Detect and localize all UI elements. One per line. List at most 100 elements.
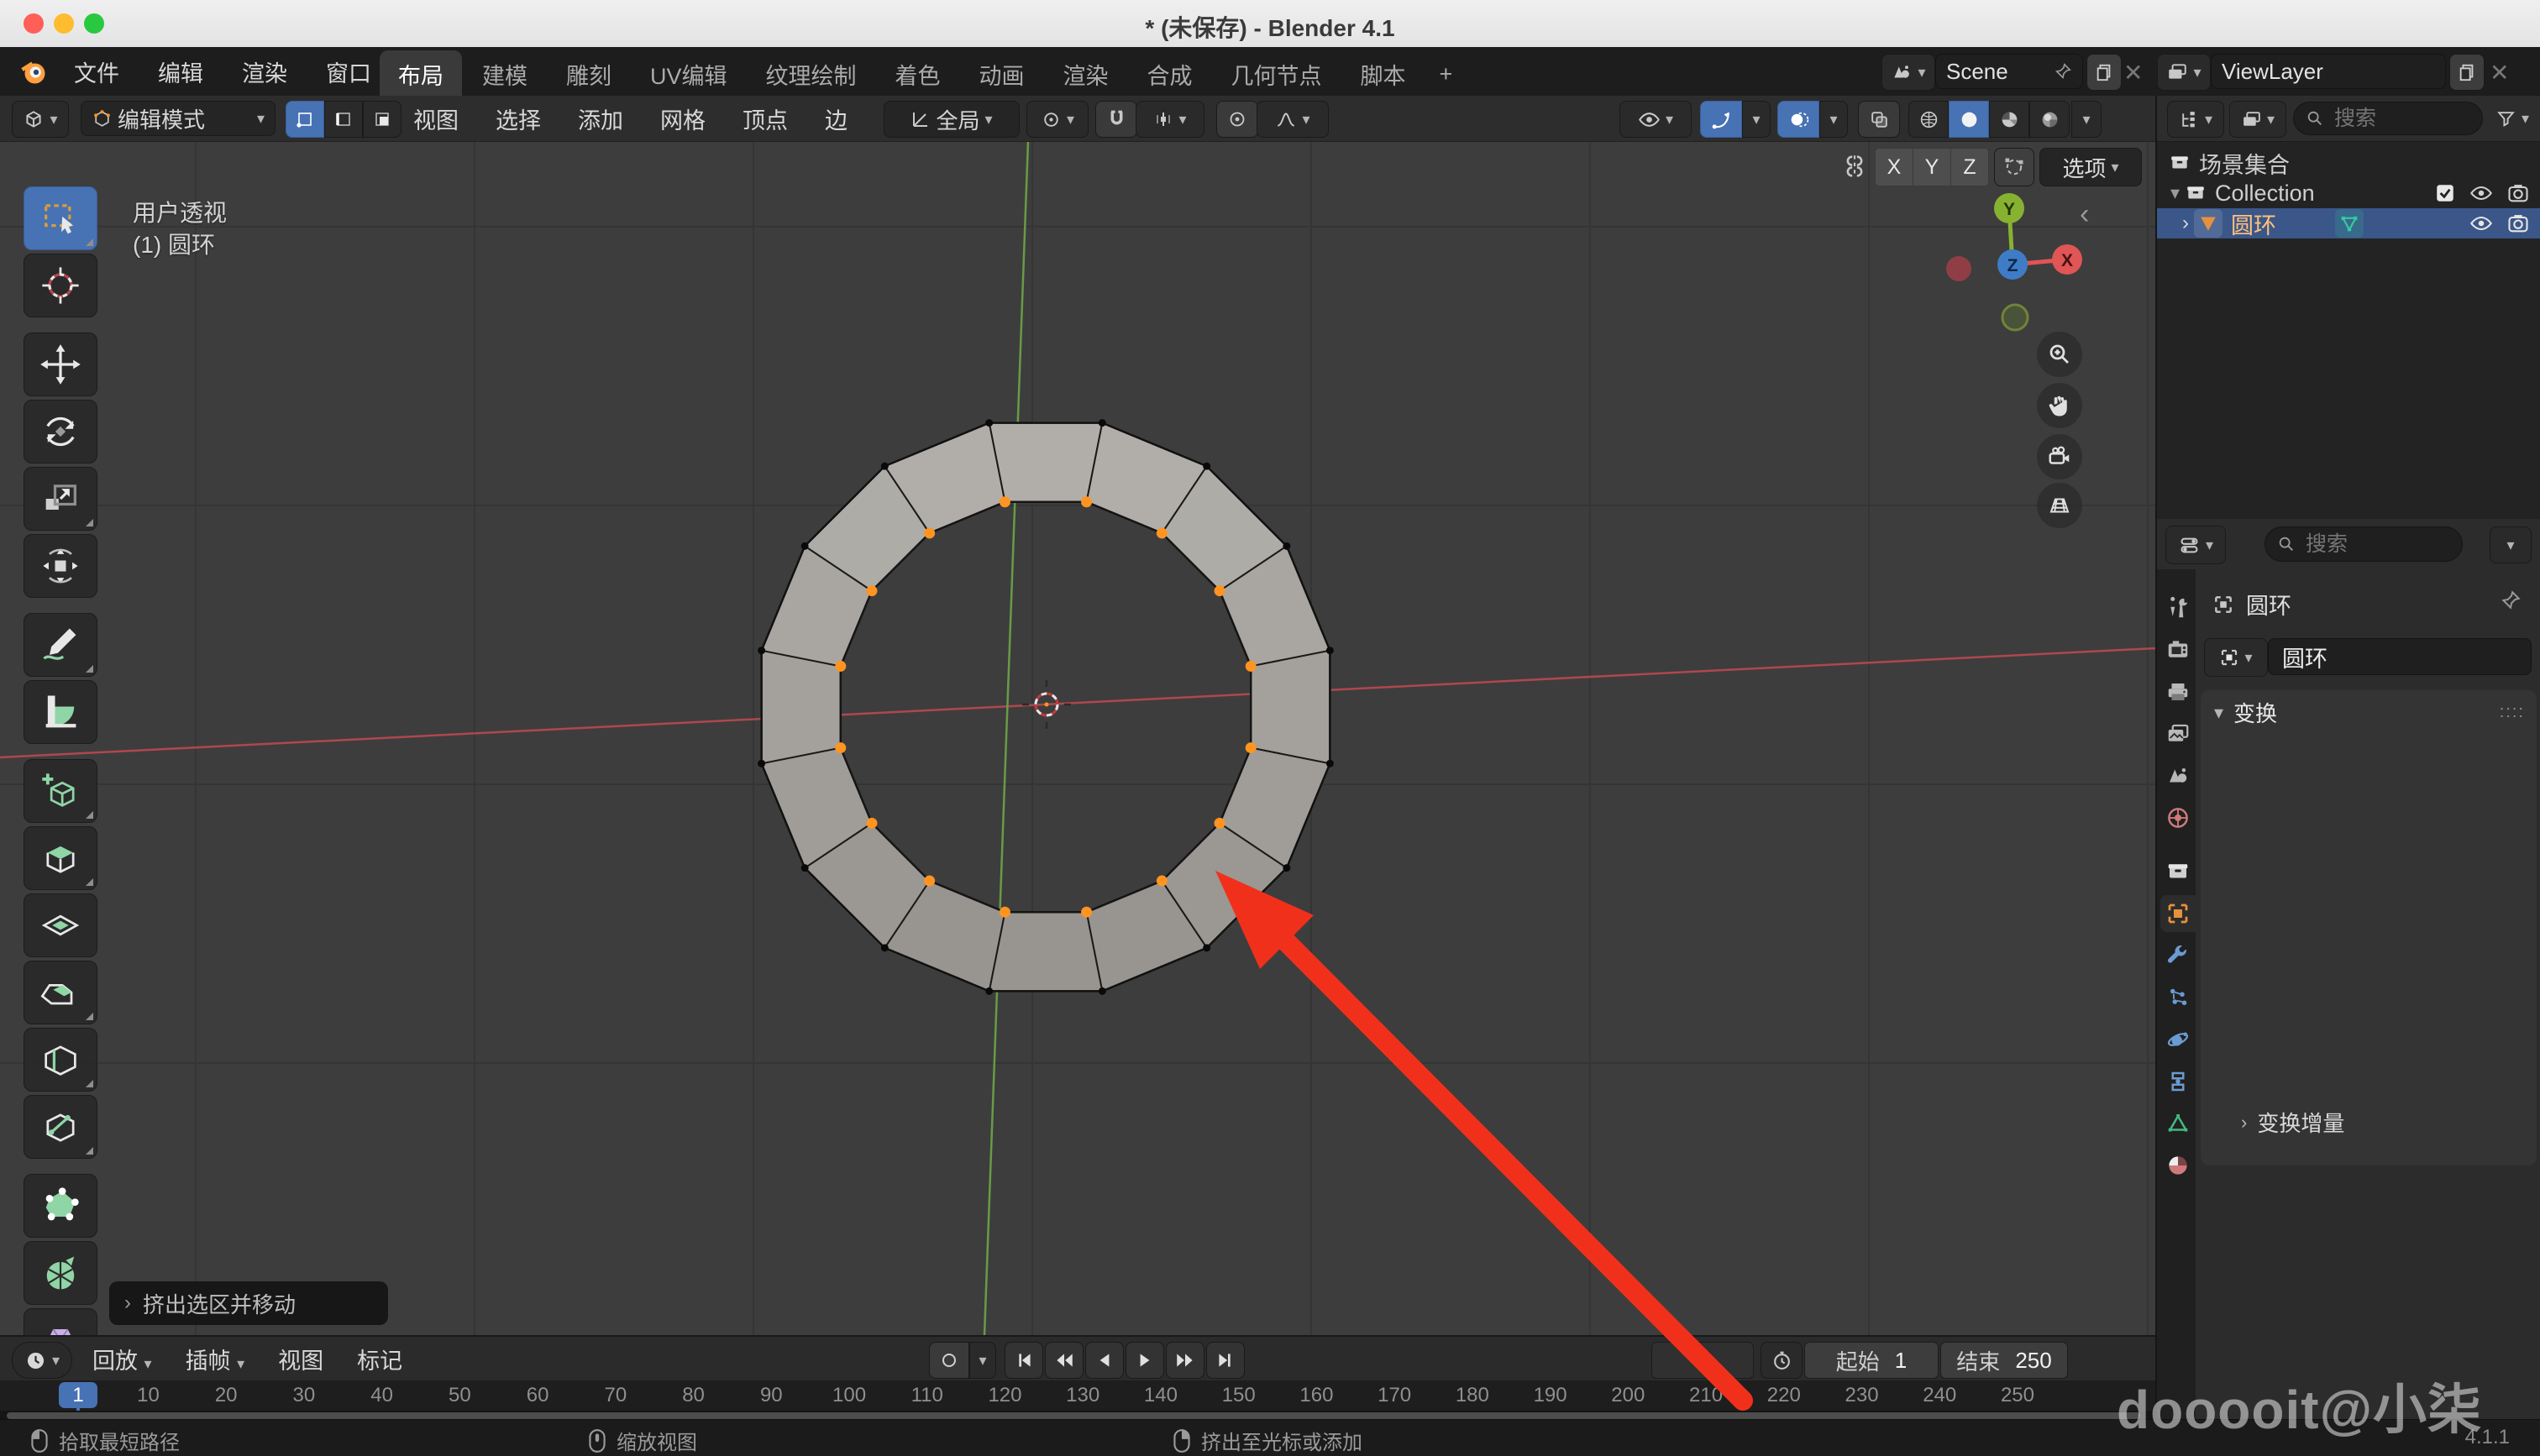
pin-icon[interactable] xyxy=(2054,62,2072,81)
proportional-edit-toggle[interactable] xyxy=(1216,101,1258,138)
viewlayer-name-field[interactable]: ViewLayer xyxy=(2211,54,2446,89)
pivot-point-dropdown[interactable]: ▾ xyxy=(1026,101,1089,138)
properties-tab-constraints[interactable] xyxy=(2160,1063,2196,1100)
new-scene-button[interactable] xyxy=(2086,54,2122,91)
topbar-menu-item[interactable]: 渲染 xyxy=(242,55,287,88)
workspace-tab[interactable]: 着色 xyxy=(877,50,959,98)
remove-viewlayer-button[interactable]: ✕ xyxy=(2490,59,2509,86)
editor-type-dropdown[interactable]: ▾ xyxy=(12,101,69,138)
tool-bevel-button[interactable] xyxy=(24,961,97,1024)
scrollbar-handle[interactable] xyxy=(7,1412,2140,1419)
disclosure-icon[interactable]: ▾ xyxy=(2170,182,2180,204)
properties-tab-physics[interactable] xyxy=(2160,1021,2196,1058)
workspace-tab[interactable]: 建模 xyxy=(464,50,546,98)
eye-icon[interactable] xyxy=(2469,212,2493,235)
properties-tab-world[interactable] xyxy=(2160,799,2196,836)
properties-editor-dropdown[interactable]: ▾ xyxy=(2165,526,2226,564)
operator-panel[interactable]: › 挤出选区并移动 xyxy=(109,1281,388,1325)
properties-tab-material[interactable] xyxy=(2160,1147,2196,1184)
select-mode-face-button[interactable] xyxy=(363,101,401,138)
disclosure-icon[interactable]: › xyxy=(2182,212,2189,235)
topbar-menu-item[interactable]: 窗口 xyxy=(326,55,371,88)
xray-toggle[interactable] xyxy=(1858,101,1900,138)
camera-icon[interactable] xyxy=(2506,212,2530,235)
tool-poly-build-button[interactable] xyxy=(24,1174,97,1238)
scene-name-field[interactable]: Scene xyxy=(1935,54,2083,89)
mirror-icon[interactable] xyxy=(1838,148,1871,185)
tool-inset-faces-button[interactable] xyxy=(24,893,97,957)
timeline-menu-item[interactable]: 视图 xyxy=(278,1343,323,1375)
object-id-dropdown[interactable]: ▾ xyxy=(2204,638,2268,677)
tool-rotate-button[interactable] xyxy=(24,400,97,464)
camera-view-button[interactable] xyxy=(2037,434,2082,479)
add-workspace-button[interactable]: + xyxy=(1426,54,1467,95)
shading-material-button[interactable] xyxy=(1989,101,2029,138)
outliner-row-object-circle[interactable]: › 圆环 xyxy=(2157,208,2540,238)
properties-tab-collection[interactable] xyxy=(2160,853,2196,890)
tool-scale-button[interactable] xyxy=(24,467,97,531)
select-mode-vertex-button[interactable] xyxy=(286,101,324,138)
play-reverse-button[interactable] xyxy=(1085,1342,1124,1379)
blender-logo[interactable] xyxy=(18,57,49,87)
properties-tab-view-layer[interactable] xyxy=(2160,715,2196,752)
workspace-tab[interactable]: 纹理绘制 xyxy=(748,50,875,98)
timeline-menu-item[interactable]: 回放 ▾ xyxy=(92,1343,152,1375)
current-frame-field[interactable]: 1 xyxy=(1651,1342,1754,1379)
pin-icon[interactable] xyxy=(2500,589,2522,611)
new-viewlayer-button[interactable] xyxy=(2449,54,2485,91)
keying-set-dropdown[interactable]: ▾ xyxy=(969,1342,996,1379)
snap-toggle-button[interactable] xyxy=(1095,101,1137,138)
properties-tab-tool[interactable] xyxy=(2160,589,2196,626)
camera-icon[interactable] xyxy=(2506,181,2530,205)
tool-measure-button[interactable] xyxy=(24,680,97,744)
timeline-menu-item[interactable]: 插帧 ▾ xyxy=(186,1343,245,1375)
outliner-filter-dropdown[interactable]: ▾ xyxy=(2229,101,2286,138)
mirror-x-button[interactable]: X xyxy=(1875,148,1913,186)
workspace-tab[interactable]: 雕刻 xyxy=(548,50,630,98)
workspace-tab[interactable]: 合成 xyxy=(1129,50,1211,98)
object-name-field[interactable]: 圆环 xyxy=(2268,638,2532,675)
play-button[interactable] xyxy=(1126,1342,1164,1379)
frame-end-field[interactable]: 结束 250 xyxy=(1940,1342,2068,1379)
tool-transform-button[interactable] xyxy=(24,534,97,598)
eye-icon[interactable] xyxy=(2469,181,2493,205)
transform-orientation-dropdown[interactable]: 全局 ▾ xyxy=(884,101,1020,138)
workspace-tab[interactable]: UV编辑 xyxy=(632,50,746,98)
viewport-3d[interactable] xyxy=(0,141,2155,1335)
workspace-tab[interactable]: 布局 xyxy=(380,50,462,98)
viewport-menu-item[interactable]: 顶点 xyxy=(743,102,788,135)
properties-tab-particles[interactable] xyxy=(2160,979,2196,1016)
topbar-menu-item[interactable]: 文件 xyxy=(74,55,119,88)
outliner-editor-dropdown[interactable]: ▾ xyxy=(2167,101,2224,138)
shading-solid-button[interactable] xyxy=(1949,101,1989,138)
shading-settings-dropdown[interactable]: ▾ xyxy=(2071,101,2102,138)
outliner-row-collection[interactable]: ▾ Collection xyxy=(2157,178,2540,208)
current-frame-badge[interactable]: 1 xyxy=(59,1382,97,1408)
checkbox-icon[interactable] xyxy=(2434,182,2456,204)
tool-select-box-button[interactable] xyxy=(24,186,97,250)
jump-start-button[interactable] xyxy=(1005,1342,1043,1379)
viewlayer-type-dropdown[interactable]: ▾ xyxy=(2157,54,2211,91)
show-gizmo-toggle[interactable] xyxy=(1700,101,1742,138)
properties-tab-object-data[interactable] xyxy=(2160,1105,2196,1142)
use-preview-range-toggle[interactable] xyxy=(1761,1342,1803,1379)
viewport-menu-item[interactable]: 视图 xyxy=(413,102,459,135)
drag-dots-icon[interactable]: :::: xyxy=(2500,703,2525,722)
proportional-falloff-dropdown[interactable]: ▾ xyxy=(1257,101,1329,138)
timeline-editor-dropdown[interactable]: ▾ xyxy=(12,1342,72,1379)
select-mode-edge-button[interactable] xyxy=(324,101,363,138)
pan-hand-button[interactable] xyxy=(2037,383,2082,428)
next-keyframe-button[interactable] xyxy=(1166,1342,1204,1379)
grid-ortho-button[interactable] xyxy=(2037,483,2082,528)
sidebar-collapse-icon[interactable]: ‹ xyxy=(2080,198,2089,231)
viewport-menu-item[interactable]: 边 xyxy=(825,102,848,135)
breadcrumb-object[interactable]: 圆环 xyxy=(2246,588,2291,621)
auto-key-toggle[interactable] xyxy=(929,1342,969,1379)
outliner-search-input[interactable] xyxy=(2333,106,2462,132)
outliner-row-scene-collection[interactable]: 场景集合 xyxy=(2157,148,2540,178)
tool-knife-button[interactable] xyxy=(24,1095,97,1159)
zoom-button[interactable] xyxy=(2037,332,2082,377)
timeline-menu-item[interactable]: 标记 xyxy=(357,1343,402,1375)
properties-search-input[interactable] xyxy=(2304,532,2433,558)
tool-annotate-button[interactable] xyxy=(24,613,97,677)
